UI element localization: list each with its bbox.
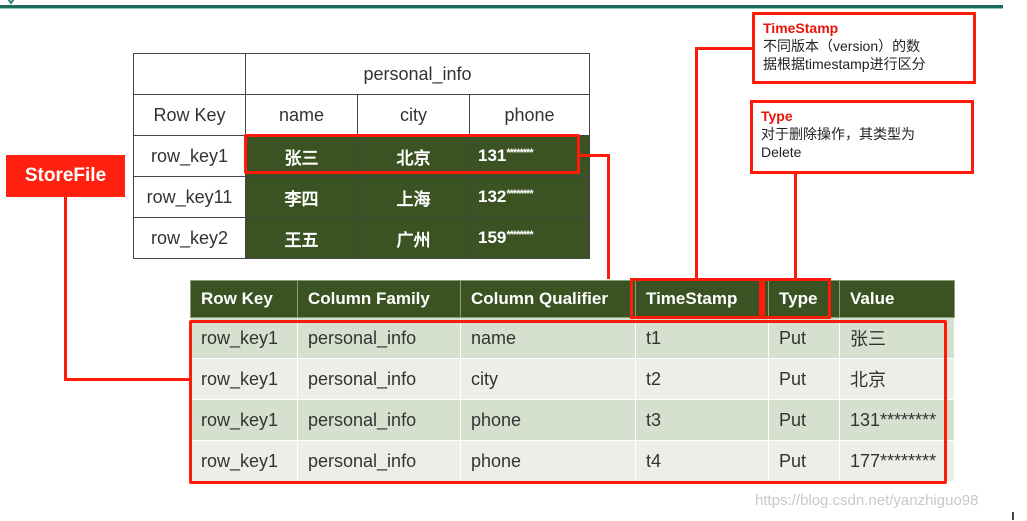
phone-prefix: 159 bbox=[478, 228, 507, 247]
row-key1-highlight-box bbox=[244, 134, 580, 174]
type-callout-title: Type bbox=[761, 108, 793, 124]
header-column-family: Column Family bbox=[297, 280, 461, 318]
storefile-rows-highlight-box bbox=[189, 320, 947, 484]
logical-row: row_key11 李四 上海 132******** bbox=[133, 176, 590, 218]
header-city: city bbox=[357, 94, 470, 136]
timestamp-header-highlight-box bbox=[630, 278, 762, 319]
row1-connector-vertical bbox=[607, 154, 610, 279]
name-cell: 王五 bbox=[245, 217, 358, 259]
city-cell: 上海 bbox=[357, 176, 470, 218]
empty-corner-cell bbox=[133, 53, 246, 95]
phone-cell: 132******** bbox=[469, 176, 590, 218]
type-connector-vertical bbox=[794, 174, 797, 279]
top-rule-highlight bbox=[0, 8, 1003, 9]
storefile-connector-vertical bbox=[64, 197, 67, 381]
header-value: Value bbox=[839, 280, 955, 318]
timestamp-callout: TimeStamp 不同版本（version）的数 据根据timestamp进行… bbox=[752, 12, 976, 84]
row-key-cell: row_key2 bbox=[133, 217, 246, 259]
timestamp-callout-line1: 不同版本（version）的数 bbox=[763, 38, 921, 54]
logical-row: row_key2 王五 广州 159******** bbox=[133, 217, 590, 259]
header-column-qualifier: Column Qualifier bbox=[460, 280, 636, 318]
header-name: name bbox=[245, 94, 358, 136]
name-cell: 李四 bbox=[245, 176, 358, 218]
city-cell: 广州 bbox=[357, 217, 470, 259]
phone-mask: ******** bbox=[506, 229, 533, 241]
timestamp-callout-line2: 据根据timestamp进行区分 bbox=[763, 56, 926, 72]
row-key-cell: row_key1 bbox=[133, 135, 246, 177]
storefile-connector-horizontal bbox=[64, 378, 190, 381]
type-header-highlight-box bbox=[762, 278, 831, 319]
header-row-key: Row Key bbox=[133, 94, 246, 136]
row1-connector-horizontal bbox=[580, 154, 610, 157]
timestamp-connector-vertical bbox=[695, 47, 698, 279]
phone-mask: ******** bbox=[506, 188, 533, 200]
chevron-down-icon bbox=[7, 0, 15, 5]
header-phone: phone bbox=[469, 94, 590, 136]
timestamp-callout-title: TimeStamp bbox=[763, 20, 839, 36]
type-callout-line2: Delete bbox=[761, 144, 802, 160]
row-key-cell: row_key11 bbox=[133, 176, 246, 218]
timestamp-connector-horizontal bbox=[695, 47, 753, 50]
phone-prefix: 132 bbox=[478, 187, 507, 206]
column-family-header: personal_info bbox=[245, 53, 590, 95]
phone-cell: 159******** bbox=[469, 217, 590, 259]
type-callout-line1: 对于删除操作，其类型为 bbox=[761, 126, 915, 142]
cursor-mark bbox=[1012, 512, 1014, 520]
storefile-label: StoreFile bbox=[6, 155, 125, 197]
type-callout: Type 对于删除操作，其类型为 Delete bbox=[750, 100, 974, 174]
header-row-key: Row Key bbox=[190, 280, 298, 318]
watermark: https://blog.csdn.net/yanzhiguo98 bbox=[755, 492, 979, 509]
